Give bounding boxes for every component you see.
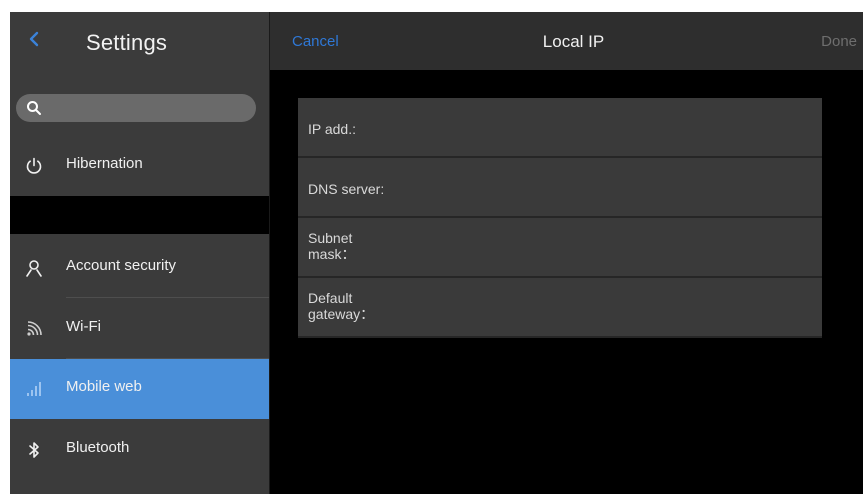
settings-screen: Settings Hibernation Account security Wi… bbox=[10, 12, 863, 494]
sidebar-item-hibernation[interactable]: Hibernation bbox=[10, 136, 269, 196]
default-gateway-label: Default gateway： bbox=[308, 290, 375, 322]
sidebar-item-mobile-web[interactable]: Mobile web bbox=[10, 359, 269, 419]
search-input[interactable] bbox=[16, 94, 256, 122]
done-button[interactable]: Done bbox=[821, 33, 857, 50]
divider bbox=[66, 297, 269, 298]
dns-server-field[interactable]: DNS server: bbox=[298, 158, 822, 218]
search-icon bbox=[26, 100, 42, 116]
default-gateway-field[interactable]: Default gateway： bbox=[298, 278, 822, 338]
page-title: Local IP bbox=[542, 32, 605, 51]
wifi-icon bbox=[24, 319, 44, 339]
back-chevron-icon[interactable] bbox=[26, 28, 42, 50]
subnet-mask-input[interactable] bbox=[418, 236, 812, 262]
sidebar-header: Settings bbox=[10, 12, 269, 74]
sidebar-item-account-security[interactable]: Account security bbox=[10, 238, 269, 298]
ip-address-label: IP add.: bbox=[308, 121, 357, 137]
signal-icon bbox=[24, 379, 44, 399]
default-gateway-input[interactable] bbox=[418, 296, 812, 322]
sidebar-border bbox=[269, 12, 270, 494]
power-icon bbox=[24, 156, 44, 176]
subnet-mask-label: Subnet mask： bbox=[308, 230, 356, 262]
section-divider bbox=[10, 196, 269, 234]
panel-header: Cancel Local IP Done bbox=[270, 12, 863, 70]
ip-address-input[interactable] bbox=[418, 116, 812, 142]
sidebar-item-wifi[interactable]: Wi-Fi bbox=[10, 299, 269, 359]
dns-server-label: DNS server: bbox=[308, 181, 385, 197]
subnet-mask-field[interactable]: Subnet mask： bbox=[298, 218, 822, 278]
sidebar-item-label: Wi-Fi bbox=[66, 318, 101, 335]
sidebar-item-label: Bluetooth bbox=[66, 439, 130, 456]
sidebar-item-bluetooth[interactable]: Bluetooth bbox=[10, 420, 269, 480]
local-ip-form: IP add.: DNS server: Subnet mask： Defaul… bbox=[298, 98, 822, 338]
sidebar-item-label: Hibernation bbox=[66, 155, 143, 172]
sidebar-item-label: Mobile web bbox=[66, 378, 142, 395]
dns-server-input[interactable] bbox=[418, 176, 812, 202]
bluetooth-icon bbox=[24, 440, 44, 460]
user-icon bbox=[24, 258, 44, 278]
ip-address-field[interactable]: IP add.: bbox=[298, 98, 822, 158]
sidebar-title: Settings bbox=[86, 30, 168, 55]
sidebar: Settings Hibernation Account security Wi… bbox=[10, 12, 269, 494]
sidebar-item-label: Account security bbox=[66, 257, 177, 274]
